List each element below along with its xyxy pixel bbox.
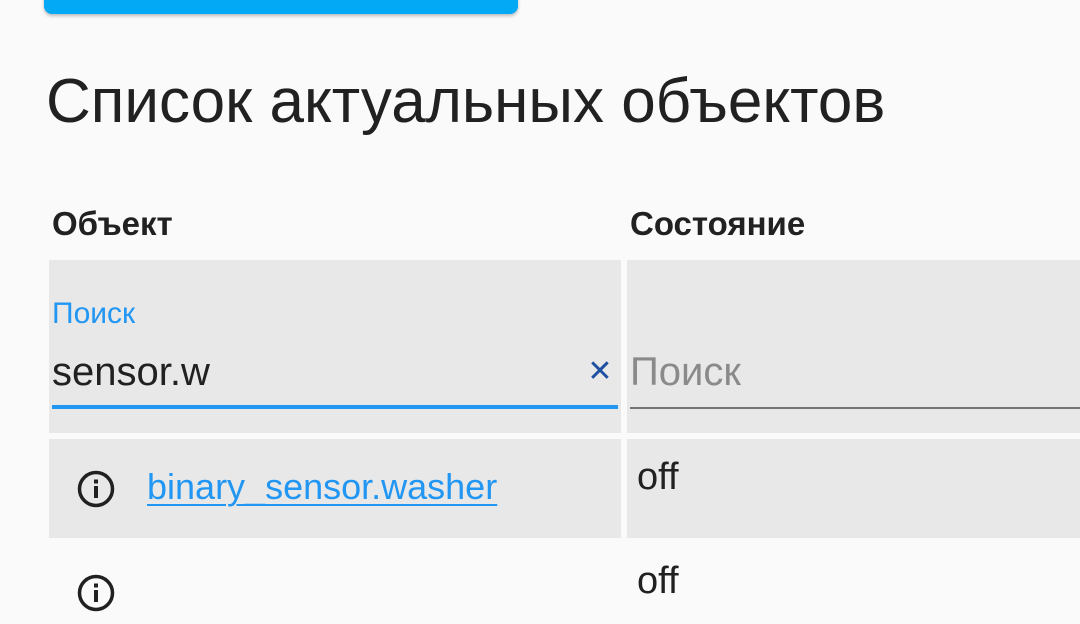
info-circle-icon[interactable] xyxy=(76,469,116,509)
column-header-entity[interactable]: Объект xyxy=(52,204,173,244)
column-header-state[interactable]: Состояние xyxy=(630,204,805,244)
page-title: Список актуальных объектов xyxy=(46,67,886,136)
table-row-state-cell xyxy=(627,439,1080,538)
close-icon[interactable]: ✕ xyxy=(586,356,614,388)
entity-search-underline xyxy=(52,405,618,409)
entities-page: Список актуальных объектов Объект Состоя… xyxy=(0,0,1080,624)
entity-search-input[interactable]: sensor.w xyxy=(52,349,210,395)
state-value: off xyxy=(637,560,679,602)
top-action-button[interactable] xyxy=(44,0,518,14)
entity-link[interactable]: binary_sensor.washer xyxy=(147,465,497,509)
state-search-input[interactable]: Поиск xyxy=(630,349,741,395)
entity-search-label: Поиск xyxy=(52,297,136,330)
state-search-underline xyxy=(630,407,1080,409)
info-circle-icon[interactable] xyxy=(76,573,116,613)
state-value: off xyxy=(637,456,679,498)
